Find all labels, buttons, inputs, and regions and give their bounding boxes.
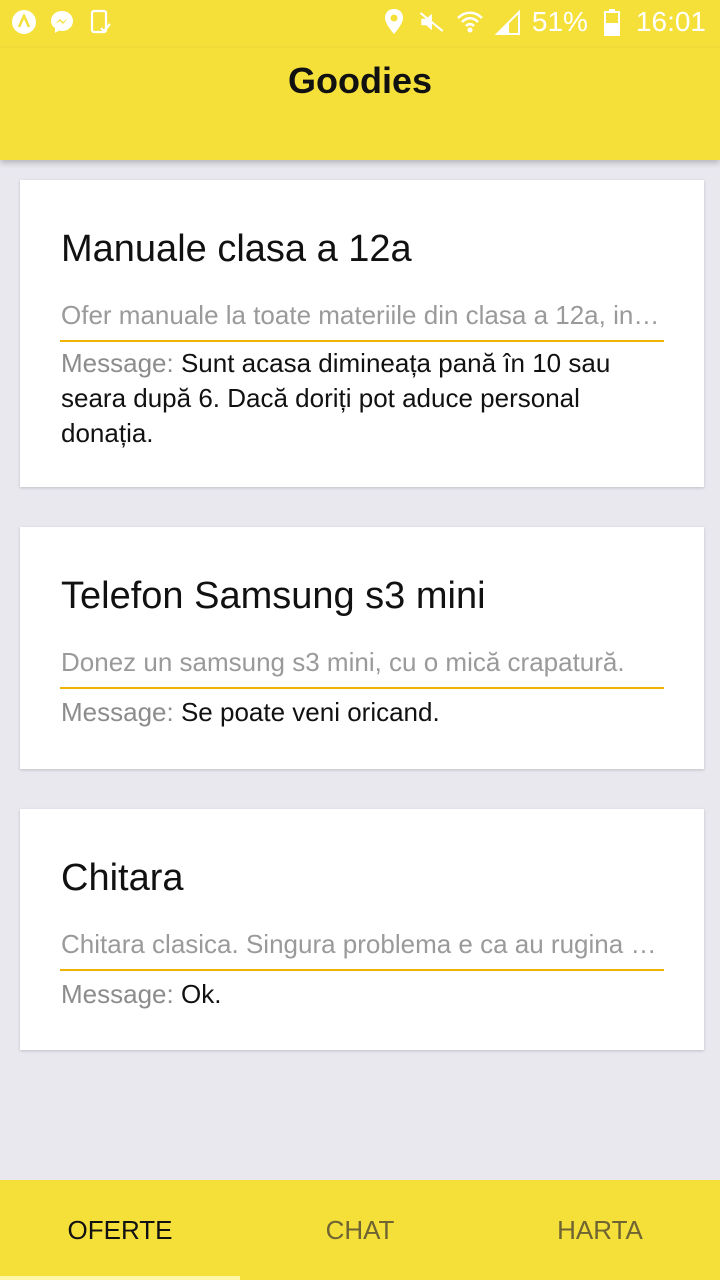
post-card[interactable]: Telefon Samsung s3 mini Donez un samsung… [20, 527, 704, 769]
post-title: Telefon Samsung s3 mini [61, 575, 486, 617]
description-underline [60, 969, 664, 971]
message-text: Se poate veni oricand. [180, 697, 440, 727]
messenger-icon [48, 8, 76, 36]
battery-percent: 51% [531, 6, 588, 37]
status-bar: 51% 16:01 [0, 0, 720, 48]
post-message: Message: Sunt acasa dimineața pană în 10… [61, 346, 671, 451]
signal-icon [494, 8, 522, 36]
status-left-icons [10, 8, 114, 36]
post-message: Message: Ok. [61, 977, 671, 1012]
message-label: Message: [61, 348, 174, 378]
wifi-icon [456, 8, 484, 36]
tablet-check-icon [86, 8, 114, 36]
post-title: Chitara [61, 857, 184, 899]
post-card[interactable]: Chitara Chitara clasica. Singura problem… [20, 809, 704, 1050]
tab-harta[interactable]: HARTA [480, 1180, 720, 1280]
bottom-nav: OFERTE CHAT HARTA [0, 1180, 720, 1280]
message-label: Message: [61, 697, 174, 727]
post-card[interactable]: Manuale clasa a 12a Ofer manuale la toat… [20, 180, 704, 487]
status-right-icons: 51% 16:01 [380, 6, 706, 38]
description-underline [60, 687, 664, 689]
message-label: Message: [61, 979, 174, 1009]
post-description: Donez un samsung s3 mini, cu o mică crap… [61, 647, 625, 677]
description-underline [60, 340, 664, 342]
tab-chat[interactable]: CHAT [240, 1180, 480, 1280]
message-text: Ok. [180, 979, 222, 1009]
app-bar: Goodies [0, 48, 720, 160]
mute-icon [418, 8, 446, 36]
location-icon [380, 8, 408, 36]
app-a-icon [10, 8, 38, 36]
post-description: Ofer manuale la toate materiile din clas… [61, 300, 664, 330]
page-title: Goodies [287, 60, 433, 101]
clock: 16:01 [635, 6, 706, 37]
tab-oferte[interactable]: OFERTE [0, 1180, 240, 1280]
post-title: Manuale clasa a 12a [61, 228, 412, 270]
battery-icon [598, 8, 626, 36]
post-message: Message: Se poate veni oricand. [61, 695, 671, 730]
post-description: Chitara clasica. Singura problema e ca a… [61, 929, 664, 959]
